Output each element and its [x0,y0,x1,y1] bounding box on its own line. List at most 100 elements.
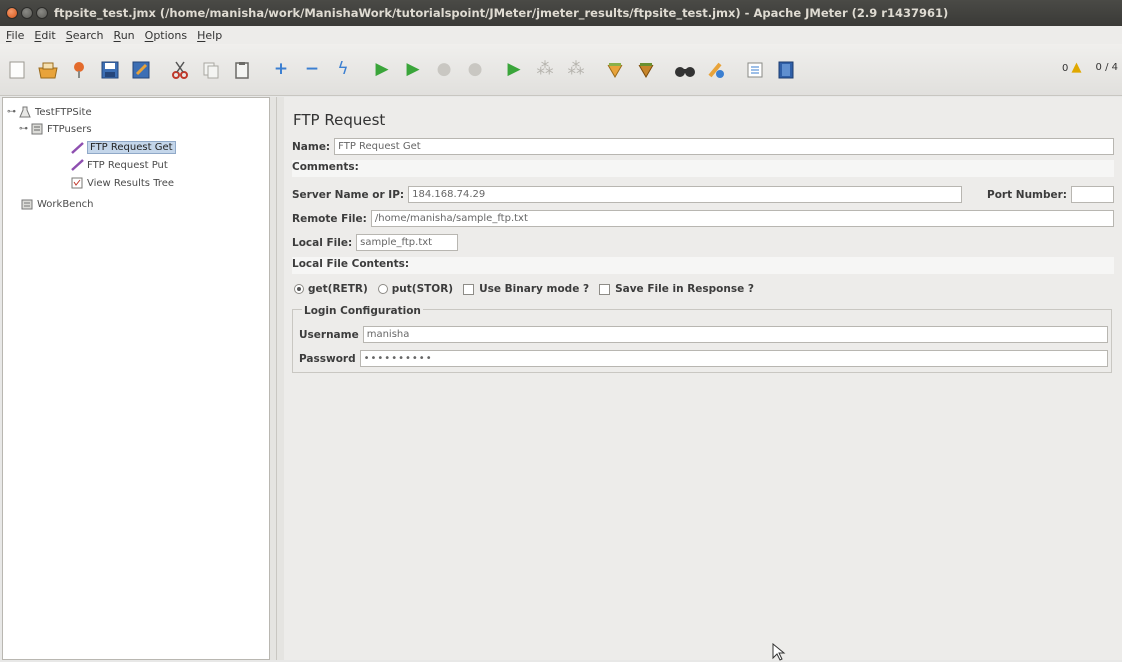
tree-label-view-results-tree: View Results Tree [87,177,175,189]
password-row: Password •••••••••• [299,350,1108,367]
templates-icon[interactable] [35,57,61,83]
workbench-icon [21,198,33,210]
help-icon[interactable] [773,57,799,83]
password-label: Password [299,352,356,365]
new-icon[interactable] [4,57,30,83]
tree-node-ftp-request-get[interactable]: FTP Request Get [71,141,176,154]
menu-help[interactable]: Help [197,29,222,42]
server-row: Server Name or IP: 184.168.74.29 Port Nu… [292,186,1114,203]
search-icon[interactable] [672,57,698,83]
clear-all-icon[interactable] [633,57,659,83]
sampler-pen-icon [71,141,84,154]
cut-icon[interactable] [167,57,193,83]
window-title-bar: ftpsite_test.jmx (/home/manisha/work/Man… [0,0,1122,26]
expand-toggle-icon[interactable]: ⊶ [19,124,28,134]
local-file-field[interactable]: sample_ftp.txt [356,234,459,251]
page-title: FTP Request [293,111,386,129]
username-label: Username [299,328,359,341]
thread-count: 0 / 4 [1095,62,1118,73]
expand-icon[interactable]: + [268,57,294,83]
remote-stop-icon[interactable]: ⁂ [532,57,558,83]
reset-search-icon[interactable] [703,57,729,83]
remote-file-label: Remote File: [292,212,367,225]
tree-label-workbench: WorkBench [37,198,94,210]
sampler-pen-icon [71,159,84,171]
copy-icon[interactable] [198,57,224,83]
listener-icon [71,177,83,189]
server-field[interactable]: 184.168.74.29 [408,186,963,203]
local-contents-label: Local File Contents: [292,258,410,270]
username-field[interactable]: manisha [362,326,1108,343]
remote-start-icon[interactable]: ▶ [501,57,527,83]
comments-label: Comments: [292,161,359,173]
panel-splitter[interactable] [270,97,284,660]
ftp-request-panel: FTP Request Name: FTP Request Get Commen… [284,97,1122,660]
menu-edit[interactable]: Edit [34,29,55,42]
comments-row [292,160,1114,177]
tree-node-test-plan[interactable]: ⊶ TestFTPSite [7,106,92,118]
login-configuration-title: Login Configuration [302,305,423,317]
put-radio-label: put(STOR) [391,283,454,295]
tree-node-thread-group[interactable]: ⊶ FTPusers [19,123,92,135]
tree-node-ftp-request-put[interactable]: FTP Request Put [71,159,168,171]
save-response-checkbox[interactable] [599,283,611,295]
tree-label-test-plan: TestFTPSite [35,106,92,118]
local-file-contents-area[interactable] [292,257,1114,274]
menu-search[interactable]: Search [66,29,104,42]
tree-node-workbench[interactable]: WorkBench [21,198,94,210]
get-radio-label: get(RETR) [308,283,368,295]
menu-file[interactable]: File [6,29,24,42]
clear-icon[interactable] [602,57,628,83]
port-label: Port Number: [987,188,1067,201]
window-title: ftpsite_test.jmx (/home/manisha/work/Man… [54,6,949,20]
password-field[interactable]: •••••••••• [359,350,1108,367]
tree-label-ftp-request-put: FTP Request Put [87,159,168,171]
warning-indicator[interactable]: 0 ▲ [1062,60,1082,75]
menu-run[interactable]: Run [114,29,135,42]
shutdown-icon[interactable]: ● [462,57,488,83]
remote-exit-icon[interactable]: ⁂ [563,57,589,83]
local-file-label: Local File: [292,236,353,249]
minimize-window-button[interactable] [21,7,33,19]
local-contents-label-row: Local File Contents: [292,258,409,270]
maximize-window-button[interactable] [36,7,48,19]
start-icon[interactable]: ▶ [369,57,395,83]
tree-label-thread-group: FTPusers [47,123,92,135]
start-no-timers-icon[interactable]: ▶ [400,57,426,83]
paste-icon[interactable] [229,57,255,83]
save-icon[interactable] [97,57,123,83]
put-radio[interactable] [377,284,388,294]
name-label: Name: [292,140,331,153]
name-field[interactable]: FTP Request Get [334,138,1114,155]
menu-bar: File Edit Search Run Options Help [0,26,1122,44]
stop-icon[interactable]: ● [431,57,457,83]
function-helper-icon[interactable] [742,57,768,83]
tree-label-ftp-request-get: FTP Request Get [87,141,176,154]
toolbar: + − ϟ ▶ ▶ ● ● ▶ ⁂ ⁂ [0,44,1122,96]
remote-file-field[interactable]: /home/manisha/sample_ftp.txt [370,210,1114,227]
warnings-count: 0 [1061,63,1069,74]
window-controls [6,7,48,19]
server-label: Server Name or IP: [292,188,405,201]
close-window-button[interactable] [6,7,18,19]
toolbar-status: 0 ▲ 0 / 4 [1062,60,1118,75]
username-row: Username manisha [299,326,1108,343]
warning-icon: ▲ [1071,60,1082,75]
expand-toggle-icon[interactable]: ⊶ [7,107,16,117]
get-radio[interactable] [294,284,304,294]
toggle-icon[interactable]: ϟ [330,57,356,83]
tree-node-view-results-tree[interactable]: View Results Tree [71,177,174,189]
binary-mode-checkbox[interactable] [463,283,475,295]
menu-options[interactable]: Options [145,29,187,42]
test-plan-tree: ⊶ TestFTPSite ⊶ FTPusers FTP Request Get… [2,97,270,660]
binary-mode-label: Use Binary mode ? [479,283,590,295]
mode-row: get(RETR) put(STOR) Use Binary mode ? Sa… [294,283,754,295]
local-file-row: Local File: sample_ftp.txt [292,234,1114,251]
beaker-icon [19,106,31,118]
collapse-icon[interactable]: − [299,57,325,83]
open-icon[interactable] [66,57,92,83]
port-field[interactable] [1071,186,1114,203]
save-as-icon[interactable] [128,57,154,83]
save-response-label: Save File in Response ? [615,283,754,295]
comments-label-row: Comments: [292,161,359,173]
